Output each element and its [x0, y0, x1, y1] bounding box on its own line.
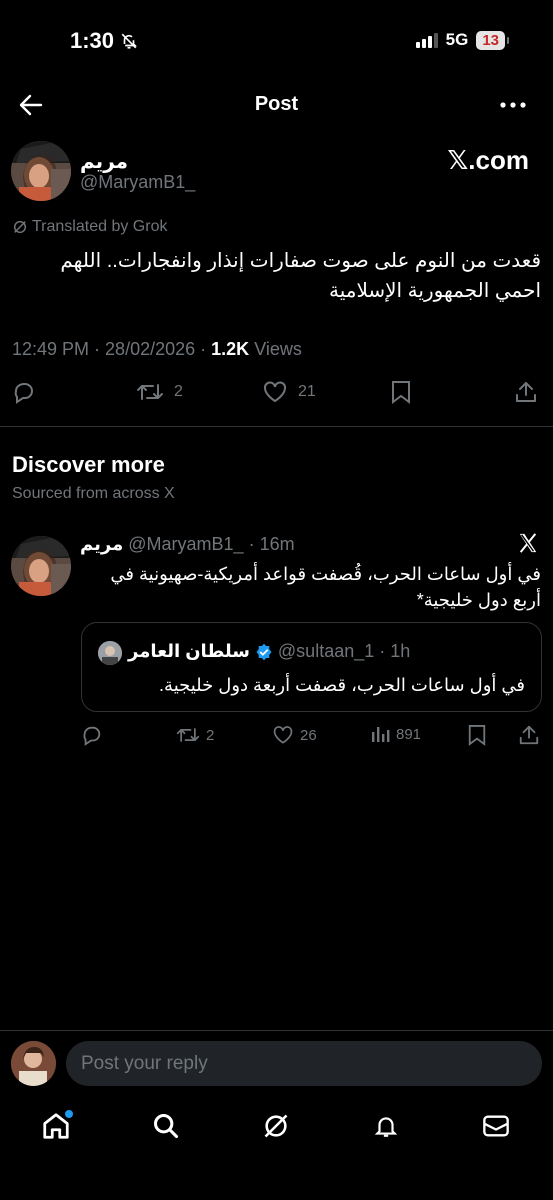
- reply-button[interactable]: [12, 380, 36, 404]
- reply-icon: [81, 724, 103, 746]
- nav-search[interactable]: [148, 1108, 184, 1144]
- related-post-text: في أول ساعات الحرب، قُصفت قواعد أمريكية-…: [81, 561, 541, 613]
- views-count: 1.2K: [211, 339, 250, 359]
- related-like-count: 26: [300, 726, 317, 744]
- notification-dot: [65, 1110, 73, 1118]
- bookmark-icon: [467, 724, 487, 746]
- post-time: 12:49 PM: [12, 339, 90, 359]
- share-icon: [514, 380, 538, 404]
- related-reply-button[interactable]: [81, 724, 103, 746]
- post-text-line-2: احمي الجمهورية الإسلامية: [328, 280, 541, 302]
- avatar[interactable]: [11, 141, 71, 201]
- reply-divider: [0, 1030, 553, 1031]
- related-share-button[interactable]: [518, 724, 540, 746]
- related-like-button[interactable]: 26: [272, 724, 317, 746]
- related-post-age: 16m: [259, 534, 295, 554]
- silent-bell-icon: [120, 32, 138, 50]
- repost-button[interactable]: 2: [136, 380, 183, 404]
- related-bookmark-button[interactable]: [467, 724, 487, 746]
- status-bar-time: 1:30: [70, 28, 138, 54]
- like-icon: [272, 724, 294, 746]
- home-icon: [41, 1110, 73, 1141]
- related-text-line-2: أربع دول خليجية*: [416, 590, 541, 610]
- bookmark-icon: [390, 380, 412, 404]
- related-text-line-1: في أول ساعات الحرب، قُصفت قواعد أمريكية-…: [110, 564, 541, 584]
- quote-author-name[interactable]: سلطان العامر: [128, 641, 250, 662]
- views-label: Views: [254, 339, 302, 359]
- x-watermark: 𝕏.com: [447, 145, 529, 175]
- share-icon: [518, 724, 540, 746]
- like-button[interactable]: 21: [262, 380, 316, 404]
- related-repost-count: 2: [206, 726, 215, 744]
- notifications-icon: [373, 1112, 399, 1140]
- reply-icon: [12, 380, 36, 404]
- like-count: 21: [298, 383, 316, 400]
- related-post-header: مريم @MaryamB1_ · 16m: [80, 534, 295, 554]
- related-views-button[interactable]: 891: [370, 724, 421, 744]
- post-text-line-1: قعدت من النوم على صوت صفارات إنذار وانفج…: [60, 250, 541, 272]
- related-avatar[interactable]: [11, 536, 71, 596]
- search-icon: [152, 1112, 180, 1140]
- related-repost-button[interactable]: 2: [176, 724, 214, 746]
- related-author-name[interactable]: مريم: [80, 534, 123, 554]
- discover-subtitle: Sourced from across X: [12, 485, 175, 502]
- like-icon: [262, 380, 288, 404]
- divider: [0, 426, 553, 427]
- page-title: Post: [254, 93, 299, 115]
- nav-notifications[interactable]: [368, 1108, 404, 1144]
- messages-icon: [482, 1113, 510, 1139]
- signal-icon: [415, 32, 438, 48]
- reply-input[interactable]: Post your reply: [66, 1041, 542, 1086]
- related-views-count: 891: [396, 725, 422, 743]
- x-logo-icon: [517, 532, 539, 554]
- post-meta: 12:49 PM · 28/02/2026 · 1.2K Views: [12, 339, 302, 359]
- nav-grok[interactable]: [258, 1108, 294, 1144]
- share-button[interactable]: [514, 380, 538, 404]
- post-date: 28/02/2026: [105, 339, 196, 359]
- related-author-handle[interactable]: @MaryamB1_: [128, 534, 243, 554]
- translation-label: Translated by Grok: [12, 218, 167, 236]
- author-handle[interactable]: @MaryamB1_: [80, 172, 195, 193]
- more-icon[interactable]: [499, 96, 527, 114]
- quote-header: سلطان العامر @sultaan_1 · 1h: [128, 641, 411, 662]
- quote-text: في أول ساعات الحرب، قصفت أربعة دول خليجي…: [159, 675, 525, 695]
- author-name[interactable]: مريم: [80, 149, 128, 174]
- grok-icon: [262, 1112, 290, 1140]
- clock: 1:30: [70, 28, 115, 53]
- discover-title: Discover more: [12, 452, 165, 477]
- quote-handle[interactable]: @sultaan_1: [278, 641, 374, 662]
- quote-avatar: [98, 641, 122, 665]
- quote-card[interactable]: سلطان العامر @sultaan_1 · 1h في أول ساعا…: [81, 622, 542, 712]
- status-bar-right: 5G 13: [415, 30, 509, 50]
- battery-indicator: 13: [476, 30, 509, 50]
- nav-messages[interactable]: [478, 1108, 514, 1144]
- nav-home[interactable]: [38, 1108, 74, 1144]
- repost-count: 2: [174, 383, 183, 400]
- verified-icon: [255, 643, 273, 661]
- grok-icon: [12, 219, 28, 235]
- views-icon: [370, 724, 390, 744]
- my-avatar[interactable]: [11, 1041, 56, 1086]
- repost-icon: [176, 724, 200, 746]
- network-type: 5G: [445, 30, 469, 49]
- repost-icon: [136, 380, 164, 404]
- post-text: قعدت من النوم على صوت صفارات إنذار وانفج…: [11, 246, 541, 306]
- quote-age: 1h: [390, 641, 411, 661]
- bookmark-button[interactable]: [390, 380, 412, 404]
- reply-placeholder: Post your reply: [81, 1052, 208, 1074]
- translated-by-text: Translated by Grok: [32, 218, 168, 235]
